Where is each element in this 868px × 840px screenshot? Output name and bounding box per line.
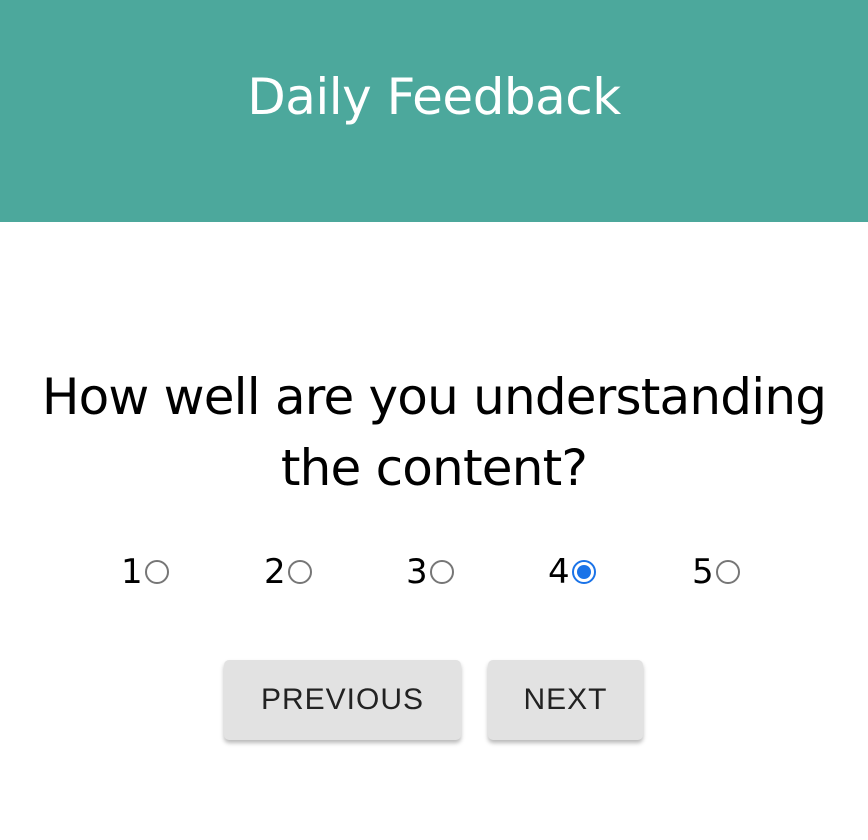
navigation-buttons: PREVIOUS NEXT	[0, 660, 868, 740]
rating-label-2: 2	[264, 552, 286, 592]
rating-label-5: 5	[692, 552, 714, 592]
rating-option-2[interactable]: 2	[264, 550, 312, 594]
radio-button-1[interactable]	[144, 560, 169, 584]
rating-label-3: 3	[406, 552, 428, 592]
radio-button-4[interactable]	[571, 560, 596, 584]
rating-option-4[interactable]: 4	[548, 550, 596, 594]
rating-options: 1 2 3 4 5	[0, 550, 868, 594]
radio-button-5[interactable]	[715, 560, 740, 584]
radio-button-3[interactable]	[429, 560, 454, 584]
question-text: How well are you understanding the conte…	[0, 362, 868, 504]
rating-label-4: 4	[548, 552, 570, 592]
question-line-2: the content?	[280, 439, 588, 497]
previous-button[interactable]: PREVIOUS	[224, 660, 461, 740]
rating-option-3[interactable]: 3	[406, 550, 454, 594]
radio-button-2[interactable]	[287, 560, 312, 584]
page-title: Daily Feedback	[247, 68, 621, 126]
question-line-1: How well are you understanding	[41, 368, 827, 426]
rating-option-1[interactable]: 1	[121, 550, 169, 594]
header-bar: Daily Feedback	[0, 0, 868, 222]
rating-option-5[interactable]: 5	[692, 550, 740, 594]
next-button[interactable]: NEXT	[488, 660, 643, 740]
rating-label-1: 1	[121, 552, 143, 592]
